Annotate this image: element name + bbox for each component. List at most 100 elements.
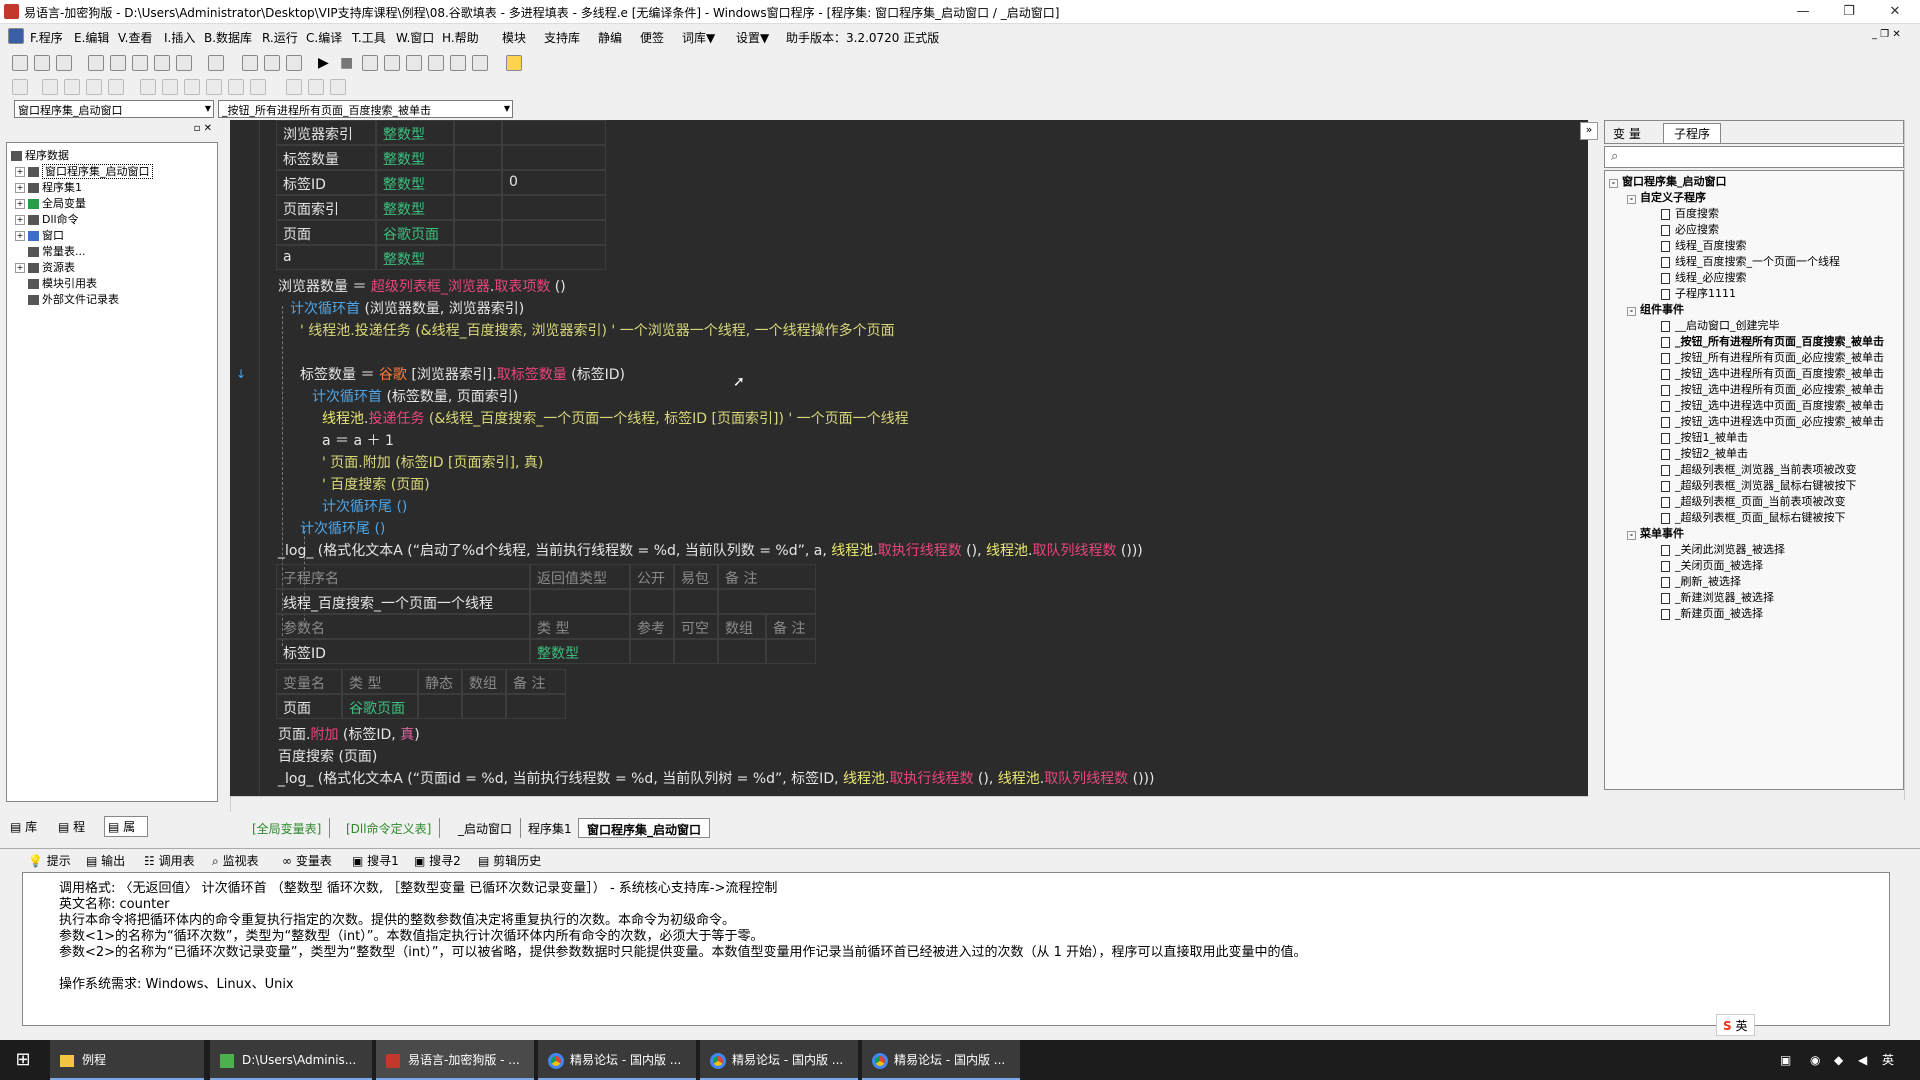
menu-edit[interactable]: E.编辑	[74, 29, 109, 46]
local-var-array[interactable]	[462, 694, 506, 719]
left-panel-controls[interactable]: ▫ ✕	[6, 123, 218, 137]
hand-icon[interactable]	[472, 55, 488, 71]
var-array-cell[interactable]	[502, 220, 606, 245]
app-menu-icon[interactable]	[8, 28, 24, 44]
tree-item-assembly1[interactable]: + 程序集1	[15, 179, 82, 195]
rtree-item[interactable]: _新建页面_被选择	[1661, 605, 1763, 621]
tab-search2[interactable]: ▣ 搜寻2	[414, 852, 461, 869]
subroutine-epkg[interactable]	[674, 589, 718, 614]
var-type-cell[interactable]: 谷歌页面	[376, 220, 454, 245]
rtree-item[interactable]: _超级列表框_浏览器_鼠标右键被按下	[1661, 477, 1857, 493]
rtree-item[interactable]: 线程_百度搜索	[1661, 237, 1747, 253]
new-file-icon[interactable]	[12, 55, 28, 71]
subroutine-name[interactable]: 线程_百度搜索_一个页面一个线程	[276, 589, 530, 614]
align-icon[interactable]	[12, 79, 28, 95]
code-line[interactable]: 百度搜索 (页面)	[278, 746, 377, 766]
run-to-cursor-icon[interactable]	[428, 55, 444, 71]
undo-icon[interactable]	[154, 55, 170, 71]
layout-1-icon[interactable]	[242, 55, 258, 71]
filetab-startwindow[interactable]: _启动窗口	[450, 818, 522, 838]
code-line[interactable]: 计次循环尾 ()	[322, 496, 407, 516]
menu-database[interactable]: B.数据库	[204, 29, 252, 46]
filetab-dll[interactable]: [Dll命令定义表]	[338, 818, 441, 838]
expand-icon[interactable]: +	[15, 215, 25, 225]
code-line[interactable]: 计次循环首 (浏览器数量, 浏览器索引)	[290, 298, 524, 318]
step-out-icon[interactable]	[406, 55, 422, 71]
mdi-controls[interactable]: _ ❐ ✕	[1872, 29, 1901, 40]
expand-icon[interactable]: +	[15, 183, 25, 193]
expand-icon[interactable]: +	[15, 167, 25, 177]
subroutine-combo[interactable]: _按钮_所有进程所有页面_百度搜索_被单击 ▼	[218, 100, 513, 118]
local-var-static[interactable]	[418, 694, 462, 719]
var-name-cell[interactable]: 页面索引	[276, 195, 376, 220]
tree-item-constants[interactable]: 常量表...	[28, 243, 86, 259]
ime-indicator[interactable]: S 英	[1716, 1014, 1755, 1036]
center-v-icon[interactable]	[162, 79, 178, 95]
find-icon[interactable]	[208, 55, 224, 71]
tree-item-resources[interactable]: + 资源表	[15, 259, 75, 275]
right-v-scrollbar[interactable]	[1904, 120, 1918, 800]
expand-icon[interactable]: +	[15, 263, 25, 273]
rtree-item[interactable]: _关闭页面_被选择	[1661, 557, 1763, 573]
code-line[interactable]: 标签数量 ＝ 谷歌 [浏览器索引].取标签数量 (标签ID)	[300, 364, 625, 384]
var-name-cell[interactable]: 页面	[276, 220, 376, 245]
assembly-combo[interactable]: 窗口程序集_启动窗口 ▼	[14, 100, 214, 118]
step-into-icon[interactable]	[362, 55, 378, 71]
var-type-cell[interactable]: 整数型	[376, 170, 454, 195]
rtree-item[interactable]: __启动窗口_创建完毕	[1661, 317, 1780, 333]
menu-static-compile[interactable]: 静编	[598, 29, 622, 46]
var-type-cell[interactable]: 整数型	[376, 145, 454, 170]
redo-icon[interactable]	[176, 55, 192, 71]
menu-compile[interactable]: C.编译	[306, 29, 342, 46]
paste-icon[interactable]	[132, 55, 148, 71]
menu-window[interactable]: W.窗口	[396, 29, 434, 46]
var-array-cell[interactable]	[502, 145, 606, 170]
menu-view[interactable]: V.查看	[118, 29, 152, 46]
menu-settings[interactable]: 设置▼	[736, 29, 769, 46]
layout-2-icon[interactable]	[264, 55, 280, 71]
code-line[interactable]: _log_ (格式化文本A (“启动了%d个线程, 当前执行线程数 = %d, …	[278, 540, 1143, 560]
tab-hint[interactable]: 💡 提示	[28, 852, 71, 869]
param-name[interactable]: 标签ID	[276, 639, 530, 664]
code-line[interactable]: _log_ (格式化文本A (“页面id = %d, 当前执行线程数 = %d,…	[278, 768, 1155, 788]
menu-insert[interactable]: I.插入	[164, 29, 195, 46]
same-width-icon[interactable]	[184, 79, 200, 95]
menu-module[interactable]: 模块	[502, 29, 526, 46]
code-editor[interactable]: ↓ 浏览器索引 整数型 标签数量 整数型 标签ID 整数型 0 页面索引 整数型…	[230, 120, 1588, 796]
same-height-icon[interactable]	[206, 79, 222, 95]
filetab-window-assembly[interactable]: 窗口程序集_启动窗口	[578, 818, 711, 838]
tray-lang[interactable]: 英	[1872, 1040, 1896, 1080]
tree-item-window-assembly[interactable]: + 窗口程序集_启动窗口	[15, 163, 153, 179]
rtree-item[interactable]: _按钮_选中进程选中页面_必应搜索_被单击	[1661, 413, 1884, 429]
align-bottom-icon[interactable]	[108, 79, 124, 95]
subroutine-public[interactable]	[630, 589, 674, 614]
var-name-cell[interactable]: a	[276, 245, 376, 270]
code-comment[interactable]: ' 百度搜索 (页面)	[322, 474, 430, 494]
grid-icon[interactable]	[286, 79, 302, 95]
maximize-button[interactable]: ❐	[1826, 0, 1872, 24]
rtree-item[interactable]: _按钮_选中进程选中页面_百度搜索_被单击	[1661, 397, 1884, 413]
rtree-root[interactable]: - 窗口程序集_启动窗口	[1609, 173, 1727, 189]
menu-help[interactable]: H.帮助	[442, 29, 479, 46]
tray-speaker-icon[interactable]: ◀	[1848, 1040, 1872, 1080]
menu-wordlib[interactable]: 词库▼	[682, 29, 715, 46]
tab-properties[interactable]: ▤ 属	[104, 816, 148, 837]
helper-icon[interactable]	[506, 55, 522, 71]
rtree-item-current[interactable]: _按钮_所有进程所有页面_百度搜索_被单击	[1661, 333, 1884, 349]
menu-program[interactable]: F.程序	[30, 29, 63, 46]
tree-item-modules[interactable]: 模块引用表	[28, 275, 97, 291]
code-line[interactable]: 线程池.投递任务 (&线程_百度搜索_一个页面一个线程, 标签ID [页面索引]…	[322, 408, 909, 428]
tab-variables[interactable]: 变 量	[1613, 125, 1641, 142]
center-h-icon[interactable]	[140, 79, 156, 95]
align-top-icon[interactable]	[86, 79, 102, 95]
var-name-cell[interactable]: 浏览器索引	[276, 120, 376, 145]
align-right-icon[interactable]	[64, 79, 80, 95]
var-array-cell[interactable]	[502, 245, 606, 270]
rtree-item[interactable]: _超级列表框_页面_当前表项被改变	[1661, 493, 1846, 509]
tree-item-globals[interactable]: + 全局变量	[15, 195, 86, 211]
rtree-item[interactable]: _超级列表框_浏览器_当前表项被改变	[1661, 461, 1857, 477]
rtree-item[interactable]: _刷新_被选择	[1661, 573, 1741, 589]
menu-support-lib[interactable]: 支持库	[544, 29, 580, 46]
task-chrome-1[interactable]: 精易论坛 - 国内版 ...	[538, 1040, 696, 1080]
rtree-item[interactable]: _新建浏览器_被选择	[1661, 589, 1774, 605]
